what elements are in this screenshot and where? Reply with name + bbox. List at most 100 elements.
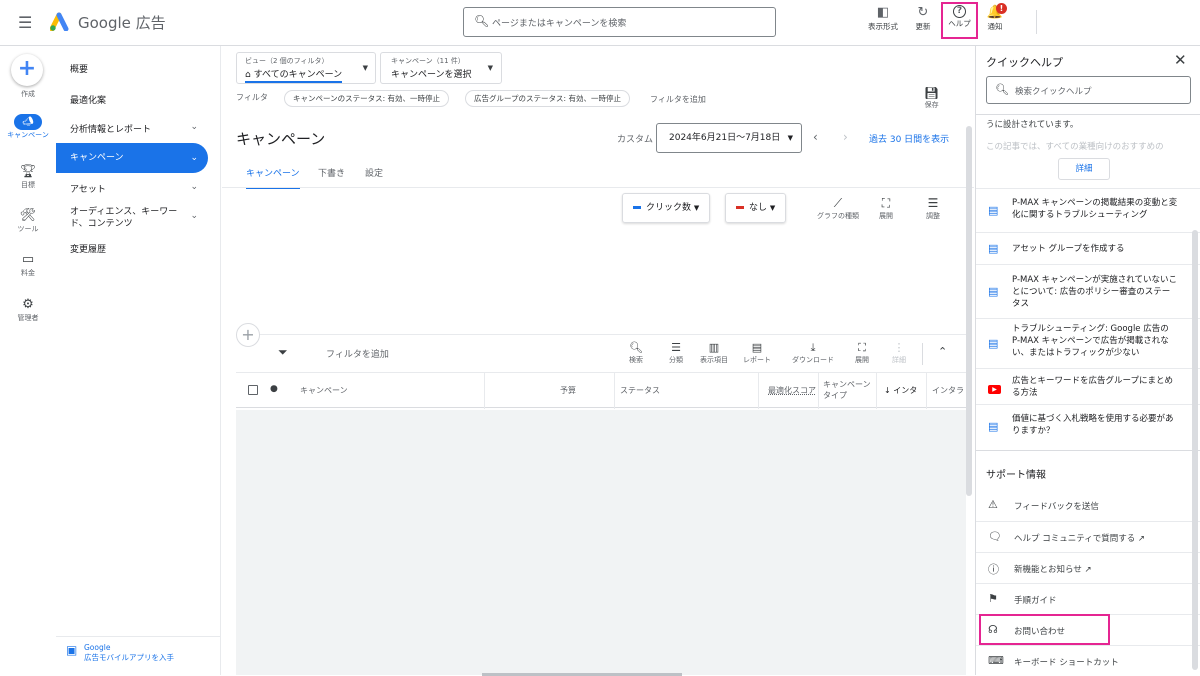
rail-item-billing[interactable]: ▭ 料金 (0, 252, 56, 278)
status-dot-icon: ● (270, 384, 278, 394)
table-add-filter[interactable]: フィルタを追加 (326, 347, 389, 360)
support-item-label: ヘルプ コミュニティで質問する ↗ (1014, 534, 1146, 544)
date-range-picker[interactable]: 2024年6月21日～7月18日 ▼ (656, 123, 802, 153)
chart-expand-label: 展開 (879, 212, 893, 220)
panel-title: クイックヘルプ (986, 56, 1063, 69)
metric1-selector[interactable]: クリック数 ▼ (622, 193, 711, 223)
help-article-link[interactable]: ▤ P-MAX キャンペーンの掲載結果の変動と変化に関するトラブルシューティング (976, 188, 1200, 232)
column-header-type[interactable]: キャンペーン タイプ (823, 379, 871, 401)
add-chart-button[interactable]: + (236, 323, 260, 347)
next-period-icon[interactable]: › (843, 130, 848, 144)
campaign-selector[interactable]: キャンペーン（11 件） キャンペーンを選択 ▼ (380, 52, 502, 84)
filter-chip-campaign-status[interactable]: キャンペーンのステータス: 有効、一時停止 (284, 90, 450, 107)
search-input[interactable]: 🔍︎ ページまたはキャンペーンを検索 (463, 7, 776, 37)
chart-adjust-button[interactable]: ☰ 調整 (922, 196, 944, 221)
youtube-icon: ▶ (988, 381, 1001, 394)
columns-button[interactable]: ▥ 表示項目 (696, 341, 732, 365)
support-item-shortcuts[interactable]: ⌨ キーボード ショートカット (976, 645, 1200, 675)
page-title: キャンペーン (236, 130, 326, 148)
column-header-status[interactable]: ステータス (620, 385, 660, 396)
nav-item-insights[interactable]: 分析情報とレポート ⌄ (56, 122, 208, 135)
column-header-optimization[interactable]: 最適化スコア (768, 385, 816, 396)
nav-item-audiences[interactable]: オーディエンス、キーワード、コンテンツ ⌄ (56, 206, 208, 230)
help-article-link[interactable]: ▤ アセット グループを作成する (976, 232, 1200, 264)
nav-item-campaigns[interactable]: キャンペーン ⌄ (56, 143, 208, 173)
details-label: 詳細 (892, 356, 906, 364)
dropdown-icon: ▼ (362, 64, 368, 72)
save-button[interactable]: 💾︎ 保存 (924, 86, 939, 110)
support-item-guides[interactable]: ⚑ 手順ガイド (976, 583, 1200, 613)
column-header-campaign[interactable]: キャンペーン (300, 385, 348, 396)
rail-item-admin[interactable]: ⚙ 管理者 (0, 297, 56, 323)
chart-expand-button[interactable]: ⛶ 展開 (876, 196, 896, 221)
rail-item-goals[interactable]: 🏆︎ 目標 (0, 164, 56, 190)
notification-badge: ! (996, 3, 1007, 14)
filter-icon[interactable]: ⏷ (278, 345, 288, 360)
close-icon[interactable]: ✕ (1174, 51, 1187, 69)
help-article-link[interactable]: ▶ 広告とキーワードを広告グループにまとめる方法 (976, 368, 1200, 404)
mobile-app-link[interactable]: ▣ Google 広告モバイルアプリを入手 (66, 643, 174, 663)
nav-item-overview[interactable]: 概要 (56, 62, 208, 75)
nav-item-change-history[interactable]: 変更履歴 (56, 242, 208, 255)
help-article-title: P-MAX キャンペーンが実施されていないことについて: 広告のポリシー審査のス… (1012, 275, 1178, 309)
quick-help-search-input[interactable]: 🔍︎ 検索クイックヘルプ (986, 76, 1191, 104)
segment-button[interactable]: ☰ 分類 (666, 341, 686, 365)
prev-period-icon[interactable]: ‹ (813, 130, 818, 144)
support-item-community[interactable]: 🗨︎ ヘルプ コミュニティで質問する ↗ (976, 521, 1200, 551)
nav-item-label: オーディエンス、キーワード、コンテンツ (70, 207, 178, 229)
details-button[interactable]: ⋮ 詳細 (889, 341, 909, 365)
details-button[interactable]: 詳細 (1058, 158, 1110, 180)
table-toolbar: ⏷ フィルタを追加 🔍︎ 検索 ☰ 分類 ▥ 表示項目 ▤ レポート ⤓ ダウン… (236, 334, 966, 372)
support-item-announcements[interactable]: ⓘ 新機能とお知らせ ↗ (976, 552, 1200, 582)
table-search-button[interactable]: 🔍︎ 検索 (626, 341, 646, 365)
refresh-button[interactable]: ↻ 更新 (910, 5, 936, 32)
column-header-budget[interactable]: 予算 (560, 385, 576, 396)
divider (976, 114, 1200, 115)
tab-drafts[interactable]: 下書き (318, 166, 345, 179)
table-expand-button[interactable]: ⛶ 展開 (852, 341, 872, 365)
table-expand-label: 展開 (855, 356, 869, 364)
menu-icon[interactable]: ☰ (18, 13, 32, 32)
help-article-link[interactable]: ▤ トラブルシューティング: Google 広告の P-MAX キャンペーンで広… (976, 318, 1200, 368)
help-article-title: アセット グループを作成する (1012, 244, 1125, 254)
download-button[interactable]: ⤓ ダウンロード (790, 341, 836, 365)
column-header-interaction-rate[interactable]: インタラ (932, 385, 964, 396)
tab-campaigns[interactable]: キャンペーン (246, 166, 300, 189)
reports-button[interactable]: ▤ レポート (742, 341, 772, 365)
support-item-label: 手順ガイド (1014, 596, 1057, 606)
support-item-label: キーボード ショートカット (1014, 658, 1119, 668)
divider (926, 373, 927, 409)
nav-item-recommendations[interactable]: 最適化案 (56, 93, 208, 106)
chart-type-button[interactable]: ⟋ グラフの種類 (814, 196, 862, 221)
main-scrollbar[interactable] (966, 126, 972, 496)
article-snippet: うに設計されています。 (986, 120, 1079, 130)
search-placeholder: ページまたはキャンペーンを検索 (492, 19, 627, 29)
display-format-button[interactable]: ◧ 表示形式 (866, 5, 900, 32)
nav-item-assets[interactable]: アセット ⌄ (56, 182, 208, 195)
mobile-app-line1: Google (84, 643, 111, 652)
table-body (236, 410, 966, 675)
nav-item-label: 分析情報とレポート (70, 125, 152, 135)
rail-item-campaigns[interactable]: 📣︎ キャンペーン (0, 114, 56, 140)
help-button[interactable]: ? ヘルプ (944, 5, 975, 29)
select-all-checkbox[interactable] (248, 385, 258, 395)
help-article-title: トラブルシューティング: Google 広告の P-MAX キャンペーンで広告が… (1012, 324, 1169, 358)
metric1-swatch (633, 206, 641, 209)
column-header-interactions[interactable]: ↓ インタ (884, 385, 917, 396)
rail-item-tools[interactable]: 🛠︎ ツール (0, 208, 56, 234)
add-filter-button[interactable]: フィルタを追加 (650, 94, 706, 105)
support-item-feedback[interactable]: ⚠︎ フィードバックを送信 (976, 490, 1200, 520)
help-article-link[interactable]: ▤ 価値に基づく入札戦略を使用する必要がありますか？ (976, 404, 1200, 448)
metric2-selector[interactable]: なし ▼ (725, 193, 787, 223)
tab-settings[interactable]: 設定 (365, 166, 383, 179)
panel-scrollbar[interactable] (1192, 230, 1198, 670)
save-icon: 💾︎ (924, 86, 940, 100)
collapse-icon[interactable]: ⌃ (938, 345, 947, 358)
divider (876, 373, 877, 409)
support-item-label: 新機能とお知らせ ↗ (1014, 565, 1092, 575)
create-button[interactable]: + (11, 54, 43, 86)
view-selector[interactable]: ビュー（2 個のフィルタ） ⌂ すべてのキャンペーン ▼ (236, 52, 376, 84)
help-article-link[interactable]: ▤ P-MAX キャンペーンが実施されていないことについて: 広告のポリシー審査… (976, 264, 1200, 318)
last-30-days-link[interactable]: 過去 30 日間を表示 (869, 132, 949, 145)
filter-chip-adgroup-status[interactable]: 広告グループのステータス: 有効、一時停止 (465, 90, 630, 107)
